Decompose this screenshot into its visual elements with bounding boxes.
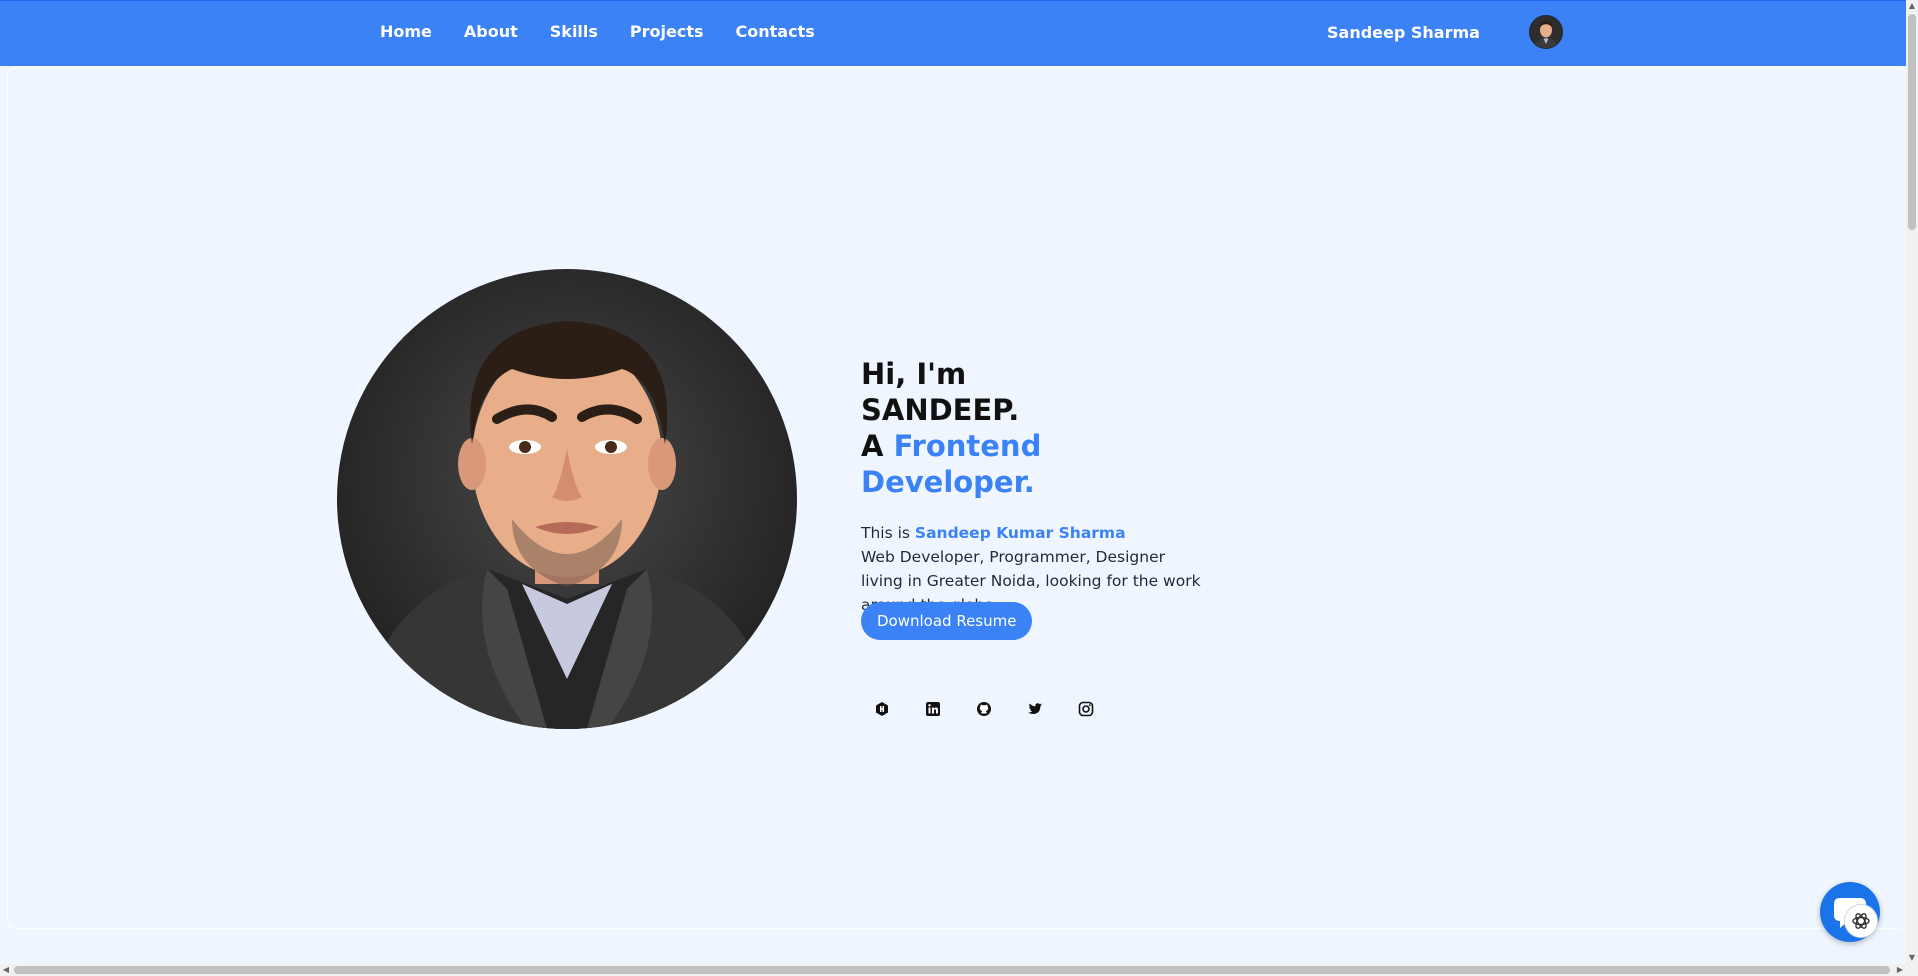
scroll-down-arrow-icon[interactable]: ▼	[1906, 952, 1918, 964]
name-heading: SANDEEP.	[861, 393, 1020, 427]
nav-avatar[interactable]	[1529, 15, 1563, 49]
role-prefix: A	[861, 429, 884, 463]
nav-home[interactable]: Home	[380, 22, 432, 41]
instagram-icon[interactable]	[1077, 700, 1095, 718]
horizontal-scroll-thumb[interactable]	[14, 966, 1890, 974]
horizontal-scrollbar[interactable]: ◀ ▶	[0, 964, 1918, 976]
top-navbar: Home About Skills Projects Contacts Sand…	[0, 0, 1906, 66]
greeting-text: Hi, I'm	[861, 357, 967, 391]
vertical-scrollbar[interactable]: ▲ ▼	[1906, 0, 1918, 964]
role-title: Frontend Developer.	[861, 429, 1042, 499]
chat-bot-icon[interactable]	[1844, 904, 1878, 938]
social-links	[873, 700, 1095, 718]
hero-heading: Hi, I'm SANDEEP. A Frontend Developer.	[861, 356, 1221, 500]
nav-contacts[interactable]: Contacts	[736, 22, 815, 41]
brand-name: Sandeep Sharma	[1327, 23, 1480, 42]
intro-name: Sandeep Kumar Sharma	[914, 524, 1126, 542]
nav-projects[interactable]: Projects	[630, 22, 704, 41]
nav-skills[interactable]: Skills	[550, 22, 598, 41]
profile-portrait	[337, 269, 797, 729]
hashnode-icon[interactable]	[873, 700, 891, 718]
scroll-up-arrow-icon[interactable]: ▲	[1906, 0, 1918, 12]
linkedin-icon[interactable]	[924, 700, 942, 718]
github-icon[interactable]	[975, 700, 993, 718]
scroll-right-arrow-icon[interactable]: ▶	[1894, 964, 1906, 976]
hero-intro: Hi, I'm SANDEEP. A Frontend Developer. T…	[861, 356, 1221, 633]
twitter-icon[interactable]	[1026, 700, 1044, 718]
scroll-left-arrow-icon[interactable]: ◀	[0, 964, 12, 976]
download-resume-button[interactable]: Download Resume	[861, 602, 1033, 640]
vertical-scroll-thumb[interactable]	[1908, 14, 1916, 230]
intro-prefix: This is	[861, 524, 910, 542]
nav-about[interactable]: About	[464, 22, 518, 41]
main-nav: Home About Skills Projects Contacts	[380, 22, 815, 41]
